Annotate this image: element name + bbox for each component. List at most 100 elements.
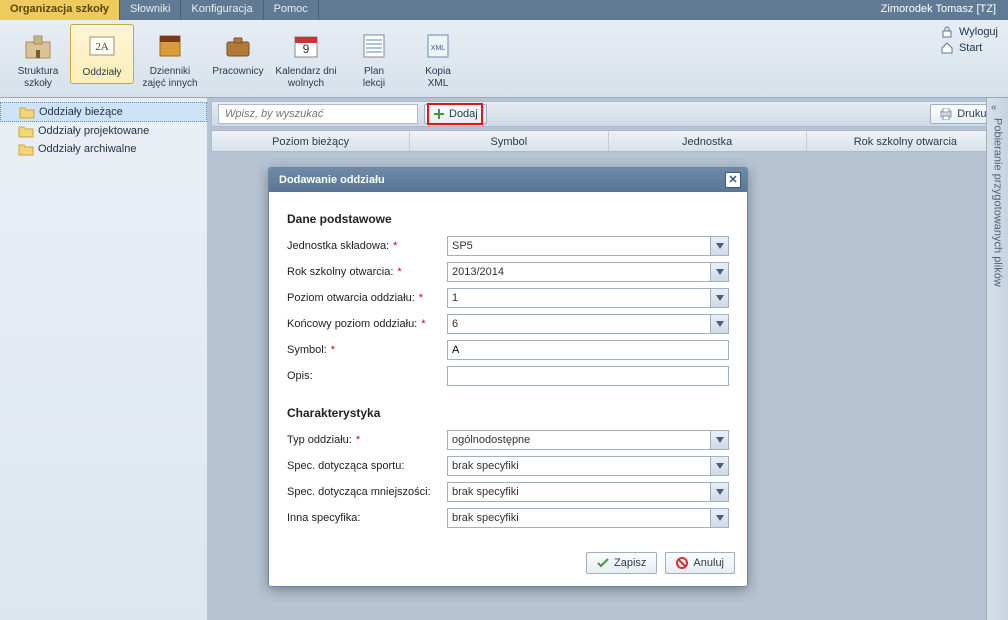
combo-inna[interactable]: brak specyfiki xyxy=(447,508,729,528)
combo-typ[interactable]: ogólnodostępne xyxy=(447,430,729,450)
input-opis[interactable] xyxy=(447,366,729,386)
chevron-down-icon xyxy=(710,263,728,281)
col-poziom[interactable]: Poziom bieżący xyxy=(212,131,410,151)
combo-rok[interactable]: 2013/2014 xyxy=(447,262,729,282)
folder-icon xyxy=(19,105,35,119)
dialog-body: Dane podstawowe Jednostka składowa: * SP… xyxy=(269,192,747,544)
ribbon-label: Kopia xyxy=(425,66,451,77)
section-charakterystyka: Charakterystyka xyxy=(287,392,729,430)
ribbon-xml[interactable]: XML Kopia XML xyxy=(406,24,470,94)
printer-icon xyxy=(939,108,953,120)
ribbon-kalendarz[interactable]: 9 Kalendarz dni wolnych xyxy=(270,24,342,94)
combo-poziom-kon[interactable]: 6 xyxy=(447,314,729,334)
class-icon: 2A xyxy=(86,31,118,63)
required-mark: * xyxy=(397,266,401,278)
dialog-title-bar[interactable]: Dodawanie oddziału ✕ xyxy=(269,168,747,192)
download-panel[interactable]: « Pobieranie przygotowanych plików xyxy=(986,98,1008,620)
start-link[interactable]: Start xyxy=(941,40,998,56)
chevron-down-icon xyxy=(710,509,728,527)
col-jednostka[interactable]: Jednostka xyxy=(609,131,807,151)
start-label: Start xyxy=(959,42,982,54)
ribbon-label: Plan xyxy=(364,66,384,77)
menu-tab-slowniki[interactable]: Słowniki xyxy=(120,0,181,20)
ribbon-label: Dzienniki xyxy=(150,66,191,77)
dialog-title: Dodawanie oddziału xyxy=(279,174,385,186)
ribbon-label: Pracownicy xyxy=(212,66,263,77)
logout-link[interactable]: Wyloguj xyxy=(941,24,998,40)
label-typ: Typ oddziału: xyxy=(287,434,352,446)
ribbon-label: Struktura xyxy=(18,66,59,77)
ribbon-label: XML xyxy=(428,78,449,89)
required-mark: * xyxy=(331,344,335,356)
cancel-button[interactable]: Anuluj xyxy=(665,552,735,574)
chevron-down-icon xyxy=(710,315,728,333)
combo-mniejszosc[interactable]: brak specyfiki xyxy=(447,482,729,502)
combo-value: ogólnodostępne xyxy=(452,434,530,446)
required-mark: * xyxy=(421,318,425,330)
ribbon-pracownicy[interactable]: Pracownicy xyxy=(206,24,270,82)
combo-value: brak specyfiki xyxy=(452,512,519,524)
label-rok: Rok szkolny otwarcia: xyxy=(287,266,393,278)
sidebar-item-biezace[interactable]: Oddziały bieżące xyxy=(0,102,207,122)
sidebar-item-projektowane[interactable]: Oddziały projektowane xyxy=(0,122,207,140)
svg-text:XML: XML xyxy=(431,45,446,52)
col-symbol[interactable]: Symbol xyxy=(410,131,608,151)
col-rok[interactable]: Rok szkolny otwarcia xyxy=(807,131,1004,151)
sidebar: Oddziały bieżące Oddziały projektowane O… xyxy=(0,98,208,620)
chevron-down-icon xyxy=(710,289,728,307)
ribbon-plan[interactable]: Plan lekcji xyxy=(342,24,406,94)
ribbon-label: wolnych xyxy=(288,78,324,89)
svg-text:9: 9 xyxy=(303,42,310,56)
combo-jednostka[interactable]: SP5 xyxy=(447,236,729,256)
combo-value: brak specyfiki xyxy=(452,460,519,472)
ribbon-struktura[interactable]: Struktura szkoły xyxy=(6,24,70,94)
cancel-icon xyxy=(676,557,688,569)
sidebar-item-label: Oddziały projektowane xyxy=(38,125,149,137)
sidebar-item-archiwalne[interactable]: Oddziały archiwalne xyxy=(0,140,207,158)
combo-value: 1 xyxy=(452,292,458,304)
required-mark: * xyxy=(356,434,360,446)
combo-poziom-otw[interactable]: 1 xyxy=(447,288,729,308)
chevron-down-icon xyxy=(710,457,728,475)
close-button[interactable]: ✕ xyxy=(725,172,741,188)
dialog-footer: Zapisz Anuluj xyxy=(269,544,747,586)
required-mark: * xyxy=(419,292,423,304)
xml-icon: XML xyxy=(422,30,454,62)
label-opis: Opis: xyxy=(287,370,313,382)
menu-tab-org[interactable]: Organizacja szkoły xyxy=(0,0,120,20)
ribbon-label: szkoły xyxy=(24,78,52,89)
briefcase-icon xyxy=(222,30,254,62)
plus-icon xyxy=(433,108,445,120)
ribbon-label: lekcji xyxy=(363,78,385,89)
ribbon-oddzialy[interactable]: 2A Oddziały xyxy=(70,24,134,84)
ribbon-user-links: Wyloguj Start xyxy=(941,24,998,56)
ribbon-label: zajęć innych xyxy=(142,78,197,89)
folder-icon xyxy=(18,124,34,138)
chevron-down-icon xyxy=(710,431,728,449)
logout-label: Wyloguj xyxy=(959,26,998,38)
print-label: Drukuj xyxy=(957,108,989,120)
save-label: Zapisz xyxy=(614,557,646,569)
ribbon: Struktura szkoły 2A Oddziały Dzienniki z… xyxy=(0,20,1008,98)
input-symbol[interactable] xyxy=(447,340,729,360)
journal-icon xyxy=(154,30,186,62)
sidebar-item-label: Oddziały archiwalne xyxy=(38,143,136,155)
chevron-left-icon: « xyxy=(991,102,997,113)
add-class-dialog: Dodawanie oddziału ✕ Dane podstawowe Jed… xyxy=(268,167,748,587)
chevron-down-icon xyxy=(710,237,728,255)
add-button[interactable]: Dodaj xyxy=(424,104,487,124)
combo-sport[interactable]: brak specyfiki xyxy=(447,456,729,476)
section-dane: Dane podstawowe xyxy=(287,206,729,236)
label-mniejszosc: Spec. dotycząca mniejszości: xyxy=(287,486,431,498)
home-icon xyxy=(941,42,953,54)
ribbon-dzienniki[interactable]: Dzienniki zajęć innych xyxy=(134,24,206,94)
chevron-down-icon xyxy=(710,483,728,501)
user-label: Zimorodek Tomasz [TZ] xyxy=(869,0,1008,20)
cancel-label: Anuluj xyxy=(693,557,724,569)
menu-tab-konfig[interactable]: Konfiguracja xyxy=(181,0,263,20)
search-input[interactable] xyxy=(218,104,418,124)
label-inna: Inna specyfika: xyxy=(287,512,360,524)
folder-icon xyxy=(18,142,34,156)
menu-tab-pomoc[interactable]: Pomoc xyxy=(264,0,319,20)
save-button[interactable]: Zapisz xyxy=(586,552,657,574)
